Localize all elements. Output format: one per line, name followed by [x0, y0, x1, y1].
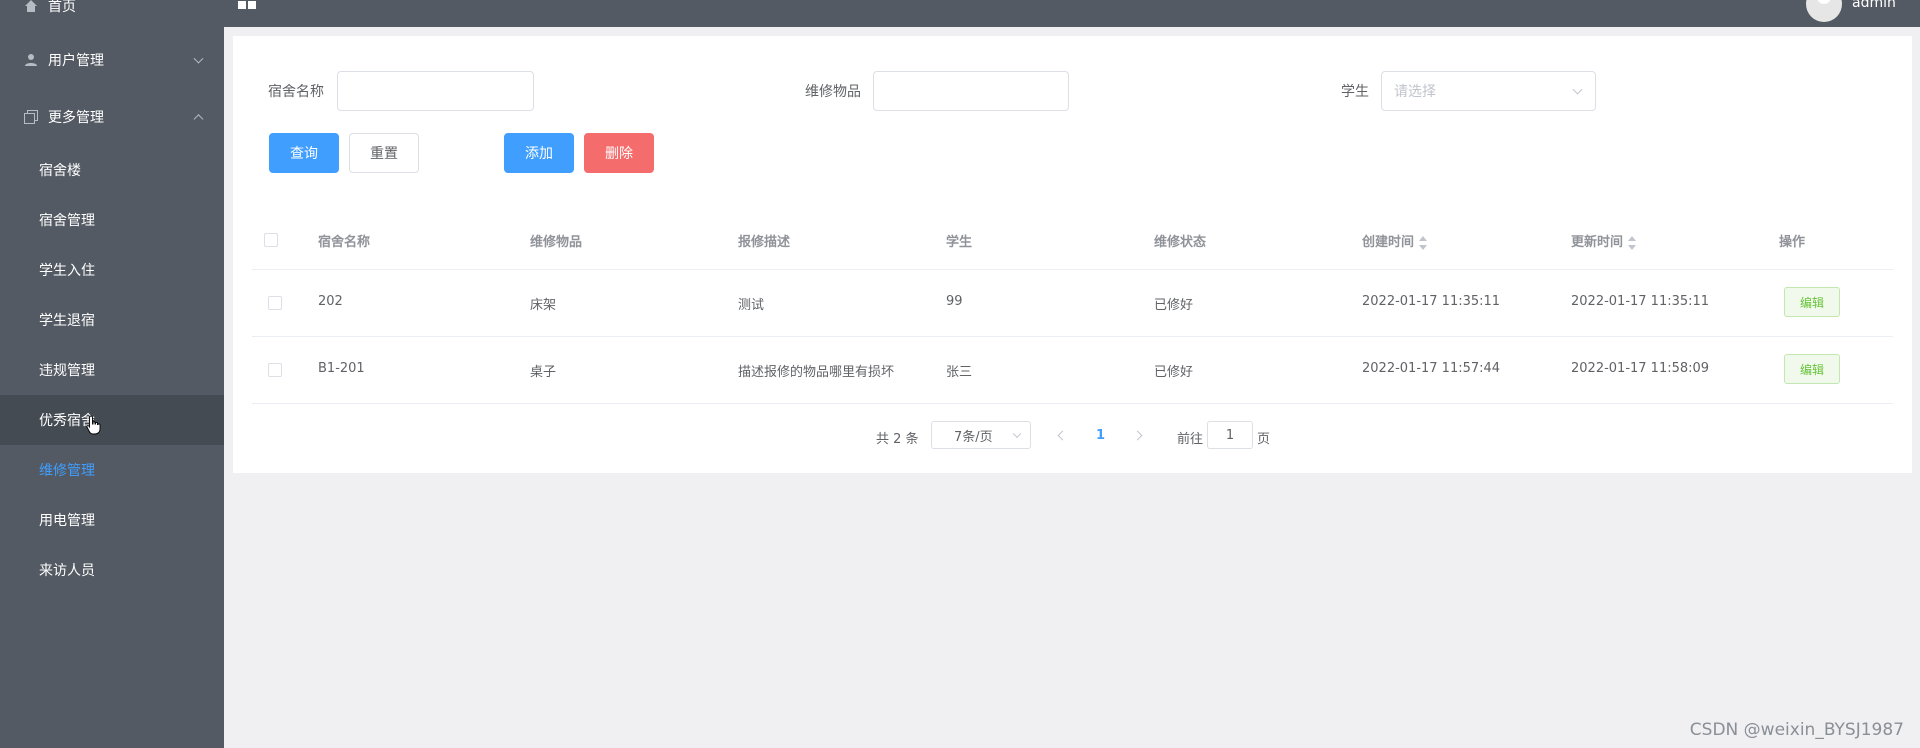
reset-button[interactable]: 重置	[349, 133, 419, 173]
column-header-status: 维修状态	[1154, 235, 1207, 250]
column-header-dorm-name: 宿舍名称	[318, 235, 371, 250]
sidebar-item-label: 来访人员	[39, 563, 95, 579]
sidebar-item-dorm-building[interactable]: 宿舍楼	[0, 145, 224, 195]
chevron-down-icon	[193, 53, 204, 64]
cell-description: 描述报修的物品哪里有损坏	[738, 365, 895, 380]
student-label: 学生	[1341, 84, 1369, 100]
cell-dorm-name: B1-201	[318, 361, 365, 376]
goto-page-input[interactable]: 1	[1207, 421, 1253, 449]
column-header-description: 报修描述	[738, 235, 791, 250]
sidebar-item-dorm-management[interactable]: 宿舍管理	[0, 195, 224, 245]
sidebar-item-label: 用电管理	[39, 513, 95, 529]
menu-item-home-label: 首页	[48, 0, 76, 15]
edit-button[interactable]: 编辑	[1784, 354, 1840, 384]
column-header-student: 学生	[946, 235, 973, 250]
row-checkbox[interactable]	[268, 363, 282, 377]
avatar[interactable]	[1806, 0, 1842, 22]
cell-student: 张三	[946, 365, 973, 380]
dorm-name-input[interactable]	[337, 71, 534, 111]
sidebar: 首页 用户管理 更多管理 宿舍楼 宿舍管理 学生入住 学生退宿 违规管理 优秀宿…	[0, 0, 224, 748]
username[interactable]: admin	[1852, 0, 1896, 11]
cell-updated-time: 2022-01-17 11:58:09	[1571, 361, 1710, 376]
cell-dorm-name: 202	[318, 294, 343, 309]
sidebar-item-label: 宿舍楼	[39, 163, 81, 179]
sidebar-item-violation-management[interactable]: 违规管理	[0, 345, 224, 395]
sidebar-item-label: 维修管理	[39, 463, 95, 479]
menu-item-user-management[interactable]: 用户管理	[0, 35, 224, 85]
home-icon	[24, 0, 38, 13]
top-header: admin	[224, 0, 1920, 27]
sidebar-item-label: 违规管理	[39, 363, 95, 379]
repair-item-input[interactable]	[873, 71, 1069, 111]
user-icon	[24, 53, 38, 67]
query-button[interactable]: 查询	[269, 133, 339, 173]
sidebar-item-repair-management[interactable]: 维修管理	[0, 445, 224, 495]
page-number-current[interactable]: 1	[1096, 428, 1105, 443]
cell-updated-time: 2022-01-17 11:35:11	[1571, 294, 1710, 309]
pagination-total: 共 2 条	[876, 432, 919, 447]
cell-status: 已修好	[1154, 298, 1194, 313]
sidebar-item-excellent-dorm[interactable]: 优秀宿舍	[0, 395, 224, 445]
add-button[interactable]: 添加	[504, 133, 574, 173]
repair-item-label: 维修物品	[805, 84, 861, 100]
row-checkbox[interactable]	[268, 296, 282, 310]
row-divider	[252, 336, 1893, 337]
page-size-value: 7条/页	[954, 429, 993, 445]
watermark: CSDN @weixin_BYSJ1987	[1689, 720, 1904, 740]
cell-description: 测试	[738, 298, 765, 313]
student-select[interactable]: 请选择	[1381, 71, 1596, 111]
column-header-created-time-label: 创建时间	[1362, 235, 1415, 250]
sidebar-item-label: 学生入住	[39, 263, 95, 279]
menu-item-more-management-label: 更多管理	[48, 110, 104, 126]
column-header-updated-time-label: 更新时间	[1571, 235, 1624, 250]
sidebar-item-visitors[interactable]: 来访人员	[0, 545, 224, 595]
column-header-created-time[interactable]: 创建时间	[1362, 231, 1429, 250]
sidebar-item-electricity-management[interactable]: 用电管理	[0, 495, 224, 545]
chevron-down-icon	[1572, 84, 1583, 95]
student-select-placeholder: 请选择	[1394, 84, 1436, 100]
menu-item-more-management[interactable]: 更多管理	[0, 92, 224, 142]
cell-repair-item: 桌子	[530, 365, 557, 380]
sidebar-item-label: 学生退宿	[39, 313, 95, 329]
edit-button[interactable]: 编辑	[1784, 287, 1840, 317]
sidebar-item-student-checkin[interactable]: 学生入住	[0, 245, 224, 295]
page-unit-label: 页	[1257, 432, 1271, 447]
select-all-checkbox[interactable]	[264, 233, 278, 247]
chevron-up-icon	[193, 114, 204, 125]
column-header-actions: 操作	[1779, 235, 1806, 250]
cell-created-time: 2022-01-17 11:35:11	[1362, 294, 1501, 309]
sort-icon[interactable]	[1628, 235, 1638, 250]
menu-item-user-management-label: 用户管理	[48, 53, 104, 69]
sidebar-item-student-checkout[interactable]: 学生退宿	[0, 295, 224, 345]
menu-item-home[interactable]: 首页	[0, 0, 224, 31]
dorm-name-label: 宿舍名称	[268, 84, 324, 100]
column-header-repair-item: 维修物品	[530, 235, 583, 250]
cell-status: 已修好	[1154, 365, 1194, 380]
goto-label: 前往	[1177, 432, 1204, 447]
sort-icon[interactable]	[1419, 235, 1429, 250]
delete-button[interactable]: 删除	[584, 133, 654, 173]
cell-repair-item: 床架	[530, 298, 557, 313]
cell-created-time: 2022-01-17 11:57:44	[1362, 361, 1501, 376]
row-divider	[252, 403, 1893, 404]
chevron-down-icon	[1012, 429, 1022, 439]
page-size-select[interactable]: 7条/页	[931, 421, 1031, 449]
column-header-updated-time[interactable]: 更新时间	[1571, 231, 1638, 250]
sidebar-item-label: 宿舍管理	[39, 213, 95, 229]
hand-cursor-icon	[86, 415, 102, 439]
cell-student: 99	[946, 294, 963, 309]
row-divider	[252, 269, 1893, 270]
collapse-menu-icon[interactable]	[238, 0, 260, 10]
copy-icon	[24, 110, 38, 124]
